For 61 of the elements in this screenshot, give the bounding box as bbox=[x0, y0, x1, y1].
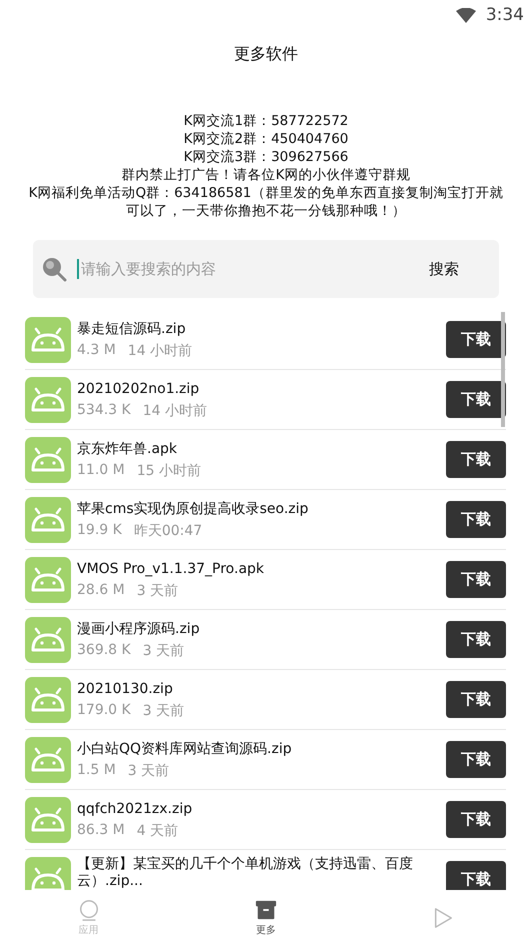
file-time: 14 小时前 bbox=[128, 342, 192, 360]
file-time: 4 天前 bbox=[136, 822, 178, 840]
android-app-icon bbox=[25, 676, 71, 722]
file-size: 19.9 K bbox=[77, 522, 122, 540]
download-button[interactable]: 下载 bbox=[446, 441, 506, 478]
search-button[interactable]: 搜索 bbox=[403, 260, 485, 278]
file-size: 1.5 M bbox=[77, 762, 116, 780]
notice-line: 群内禁止打广告！请各位K网的小伙伴遵守群规 bbox=[122, 166, 410, 184]
search-field[interactable]: 请输入要搜索的内容 bbox=[77, 259, 403, 279]
download-button[interactable]: 下载 bbox=[446, 801, 506, 838]
download-button[interactable]: 下载 bbox=[446, 681, 506, 718]
file-time: 14 小时前 bbox=[142, 402, 207, 420]
download-button[interactable]: 下载 bbox=[446, 561, 506, 598]
android-app-icon bbox=[25, 856, 71, 890]
file-size: 28.6 M bbox=[77, 582, 125, 600]
file-size: 179.0 K bbox=[77, 702, 131, 720]
file-time: 昨天00:47 bbox=[134, 522, 202, 540]
android-app-icon bbox=[25, 616, 71, 662]
file-time: 3 天前 bbox=[142, 702, 184, 720]
android-app-icon bbox=[25, 496, 71, 542]
file-time: 3 天前 bbox=[142, 642, 184, 660]
android-app-icon bbox=[25, 736, 71, 782]
file-name: 漫画小程序源码.zip bbox=[77, 620, 201, 638]
notice-line: K网交流2群：450404760 bbox=[184, 130, 348, 148]
search-icon bbox=[41, 256, 67, 282]
android-app-icon bbox=[25, 316, 71, 362]
nav-tab[interactable]: 更多 bbox=[254, 899, 277, 937]
file-time: 3 天前 bbox=[128, 762, 170, 780]
file-time: 15 小时前 bbox=[136, 462, 201, 480]
file-size: 4.3 M bbox=[77, 342, 116, 360]
file-name: 20210202no1.zip bbox=[77, 380, 200, 398]
file-time: 3 天前 bbox=[136, 582, 178, 600]
file-size: 11.0 M bbox=[77, 462, 125, 480]
android-app-icon bbox=[25, 796, 71, 842]
page-title: 更多软件 bbox=[233, 44, 299, 65]
notice-line: K网交流3群：309627566 bbox=[184, 148, 348, 166]
download-button[interactable]: 下载 bbox=[446, 861, 506, 890]
android-app-icon bbox=[25, 436, 71, 482]
file-name: VMOS Pro_v1.1.37_Pro.apk bbox=[77, 560, 266, 578]
file-size: 369.8 K bbox=[77, 642, 131, 660]
wifi-icon bbox=[456, 8, 476, 22]
android-app-icon bbox=[25, 556, 71, 602]
file-name: 20210130.zip bbox=[77, 680, 174, 698]
download-button[interactable]: 下载 bbox=[446, 321, 506, 358]
file-name: 【更新】某宝买的几千个个单机游戏（支持迅雷、百度云）.zip... bbox=[77, 856, 414, 890]
file-name: 苹果cms实现伪原创提高收录seo.zip bbox=[77, 500, 310, 518]
file-name: 暴走短信源码.zip bbox=[77, 320, 187, 338]
download-button[interactable]: 下载 bbox=[446, 501, 506, 538]
download-button[interactable]: 下载 bbox=[446, 381, 506, 418]
download-button[interactable]: 下载 bbox=[446, 621, 506, 658]
status-time: 3:34 bbox=[486, 5, 524, 25]
notice-line: K网福利免单活动Q群：634186581（群里发的免单东西直接复制淘宝打开就可以了，一天带你撸抱不花一分钱那种哦！） bbox=[28, 184, 504, 220]
file-size: 534.3 K bbox=[77, 402, 131, 420]
nav-tab-icon[interactable] bbox=[432, 907, 454, 929]
file-size: 86.3 M bbox=[77, 822, 125, 840]
notice-line: K网交流1群：587722572 bbox=[184, 112, 348, 130]
android-app-icon bbox=[25, 376, 71, 422]
download-button[interactable]: 下载 bbox=[446, 741, 506, 778]
file-name: 京东炸年兽.apk bbox=[77, 440, 178, 458]
file-name: qqfch2021zx.zip bbox=[77, 800, 194, 818]
file-name: 小白站QQ资料库网站查询源码.zip bbox=[77, 740, 293, 758]
